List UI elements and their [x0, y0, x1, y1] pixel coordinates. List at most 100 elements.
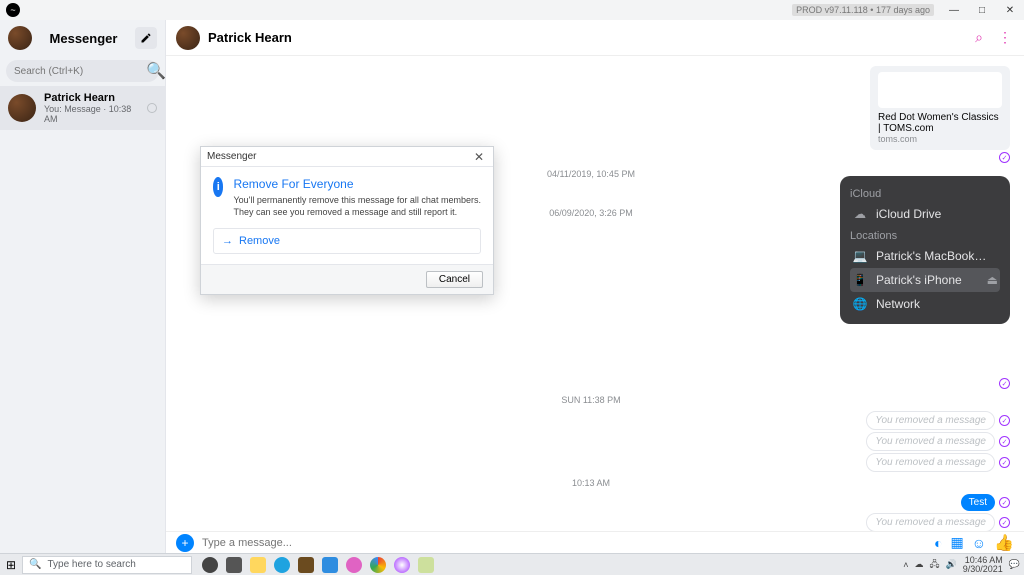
cancel-button[interactable]: Cancel — [426, 271, 483, 288]
chat-timestamp: SUN 11:38 PM — [172, 395, 1010, 405]
notifications-icon[interactable]: 💬 — [1009, 559, 1020, 570]
compose-button[interactable] — [135, 27, 157, 49]
chat-contact-name: Patrick Hearn — [208, 30, 292, 45]
message-composer: + ◐ ▦ ☺ 👍 — [166, 531, 1024, 553]
messenger-app-icon — [6, 3, 20, 17]
conversations-sidebar: Messenger 🔍 Patrick Hearn You: Message ·… — [0, 20, 166, 553]
chat-options-button[interactable]: ⋮ — [996, 29, 1014, 47]
conversation-item[interactable]: Patrick Hearn You: Message · 10:38 AM — [0, 86, 165, 130]
window-close-button[interactable]: ✕ — [996, 0, 1024, 20]
user-avatar[interactable] — [8, 26, 32, 50]
location-label: Network — [876, 297, 920, 311]
removed-message[interactable]: You removed a message — [866, 411, 995, 430]
task-view-icon[interactable] — [226, 557, 242, 573]
location-network[interactable]: 🌐 Network — [850, 292, 1000, 316]
kebab-icon: ⋮ — [998, 29, 1012, 46]
location-macbook[interactable]: 💻 Patrick's MacBook… — [850, 244, 1000, 268]
sidebar-search[interactable]: 🔍 — [6, 60, 159, 82]
link-preview-card[interactable]: Red Dot Women's Classics | TOMS.com toms… — [870, 66, 1010, 150]
edge-icon[interactable] — [274, 557, 290, 573]
messenger-taskbar-icon[interactable] — [394, 557, 410, 573]
eject-icon[interactable]: ⏏ — [987, 273, 998, 287]
mail-icon[interactable] — [322, 557, 338, 573]
removed-message[interactable]: You removed a message — [866, 453, 995, 472]
app-icon[interactable] — [346, 557, 362, 573]
delivered-icon — [999, 517, 1010, 528]
file-explorer-icon[interactable] — [250, 557, 266, 573]
taskbar-pinned-apps — [202, 557, 434, 573]
chat-header: Patrick Hearn ⌕ ⋮ — [166, 20, 1024, 56]
contact-avatar — [8, 94, 36, 122]
system-tray[interactable]: ˄ ☁ 🖧 🔊 10:46 AM 9/30/2021 💬 — [899, 556, 1024, 574]
removed-message[interactable]: You removed a message — [866, 513, 995, 531]
delivered-icon — [999, 497, 1010, 508]
link-preview-image — [878, 72, 1002, 108]
taskbar-clock[interactable]: 10:46 AM 9/30/2021 — [963, 556, 1003, 574]
conversation-preview: You: Message · 10:38 AM — [44, 104, 139, 124]
dialog-close-button[interactable]: ✕ — [471, 150, 487, 164]
location-label: Patrick's MacBook… — [876, 249, 986, 263]
emoji-button[interactable]: ☺ — [972, 535, 986, 551]
plus-icon: + — [181, 536, 188, 550]
chat-timestamp: 10:13 AM — [172, 478, 1010, 488]
chat-search-button[interactable]: ⌕ — [970, 29, 988, 47]
locations-panel: iCloud ☁ iCloud Drive Locations 💻 Patric… — [840, 176, 1010, 324]
search-icon: 🔍 — [146, 61, 166, 81]
app-icon[interactable] — [418, 557, 434, 573]
removed-message[interactable]: You removed a message — [866, 432, 995, 451]
compose-icon — [140, 32, 152, 44]
chevron-up-icon[interactable]: ˄ — [903, 560, 908, 570]
delivered-icon — [999, 457, 1010, 468]
search-icon: 🔍 — [29, 559, 41, 570]
sidebar-search-input[interactable] — [14, 66, 146, 77]
cortana-icon[interactable] — [202, 557, 218, 573]
location-icloud-drive[interactable]: ☁ iCloud Drive — [850, 202, 1000, 226]
dialog-title: Messenger — [207, 151, 256, 162]
remove-action-label: Remove — [239, 235, 280, 247]
store-icon[interactable] — [298, 557, 314, 573]
info-icon: i — [213, 177, 223, 197]
build-badge: PROD v97.11.118 • 177 days ago — [792, 4, 934, 16]
dialog-heading: Remove For Everyone — [233, 177, 481, 191]
delivered-icon — [999, 415, 1010, 426]
delivered-icon — [999, 378, 1010, 389]
dialog-body-text: You'll permanently remove this message f… — [233, 195, 481, 218]
sidebar-header: Messenger — [0, 20, 165, 56]
taskbar-search[interactable]: 🔍 Type here to search — [22, 556, 192, 574]
link-preview-domain: toms.com — [878, 134, 1002, 144]
chat-contact-avatar[interactable] — [176, 26, 200, 50]
gif-button[interactable]: ▦ — [951, 534, 964, 551]
message-input[interactable] — [202, 537, 926, 549]
location-label: iCloud Drive — [876, 207, 941, 221]
panel-section-header: Locations — [850, 230, 1000, 242]
window-titlebar: PROD v97.11.118 • 177 days ago — □ ✕ — [0, 0, 1024, 20]
location-iphone[interactable]: 📱 Patrick's iPhone ⏏ — [850, 268, 1000, 292]
volume-icon[interactable]: 🔊 — [946, 559, 957, 570]
unread-indicator — [147, 103, 157, 113]
link-preview-title: Red Dot Women's Classics | TOMS.com — [878, 112, 1002, 134]
sidebar-title: Messenger — [40, 31, 127, 46]
location-label: Patrick's iPhone — [876, 273, 962, 287]
sent-message[interactable]: Test — [961, 494, 995, 511]
arrow-right-icon: → — [222, 235, 233, 247]
window-maximize-button[interactable]: □ — [968, 0, 996, 20]
network-icon[interactable]: 🖧 — [929, 557, 939, 573]
like-button[interactable]: 👍 — [994, 533, 1014, 553]
windows-taskbar: ⊞ 🔍 Type here to search ˄ ☁ 🖧 🔊 10:46 AM… — [0, 553, 1024, 575]
phone-icon: 📱 — [852, 272, 868, 288]
chrome-icon[interactable] — [370, 557, 386, 573]
onedrive-icon[interactable]: ☁ — [914, 559, 923, 570]
remove-action-button[interactable]: → Remove — [213, 228, 481, 254]
remove-message-dialog: Messenger ✕ i Remove For Everyone You'll… — [200, 146, 494, 295]
laptop-icon: 💻 — [852, 248, 868, 264]
delivered-icon — [999, 436, 1010, 447]
sticker-button[interactable]: ◐ — [934, 535, 942, 551]
contact-name: Patrick Hearn — [44, 92, 139, 104]
search-icon: ⌕ — [975, 29, 983, 46]
start-button[interactable]: ⊞ — [0, 554, 22, 576]
window-minimize-button[interactable]: — — [940, 0, 968, 20]
panel-section-header: iCloud — [850, 188, 1000, 200]
attach-button[interactable]: + — [176, 534, 194, 552]
globe-icon: 🌐 — [852, 296, 868, 312]
delivered-icon — [999, 152, 1010, 163]
